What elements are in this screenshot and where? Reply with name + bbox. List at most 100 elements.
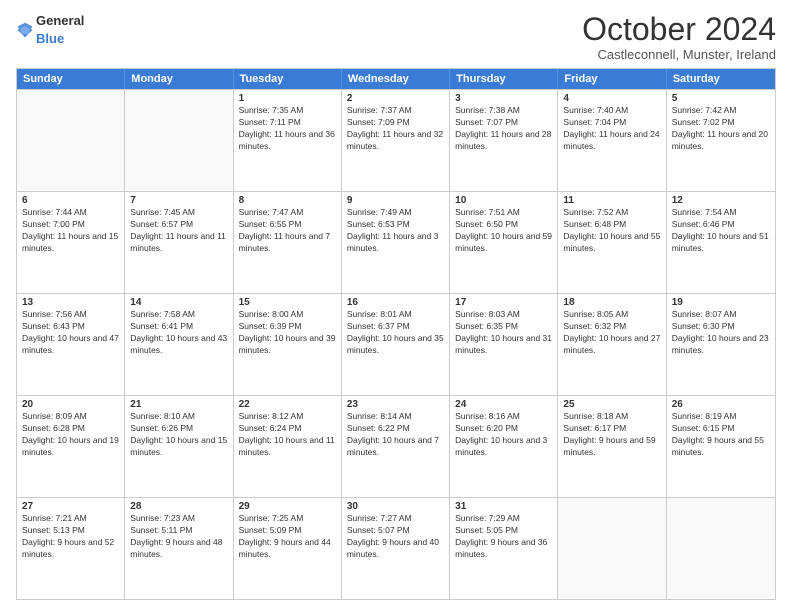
day-cell-6: 6Sunrise: 7:44 AMSunset: 7:00 PMDaylight… xyxy=(17,192,125,293)
day-number: 5 xyxy=(672,93,770,104)
day-info: Sunrise: 7:54 AMSunset: 6:46 PMDaylight:… xyxy=(672,207,770,255)
day-info: Sunrise: 8:14 AMSunset: 6:22 PMDaylight:… xyxy=(347,411,444,459)
day-cell-26: 26Sunrise: 8:19 AMSunset: 6:15 PMDayligh… xyxy=(667,396,775,497)
calendar: Sunday Monday Tuesday Wednesday Thursday… xyxy=(16,68,776,600)
day-info: Sunrise: 8:00 AMSunset: 6:39 PMDaylight:… xyxy=(239,309,336,357)
day-number: 12 xyxy=(672,195,770,206)
day-info: Sunrise: 7:27 AMSunset: 5:07 PMDaylight:… xyxy=(347,513,444,561)
day-number: 10 xyxy=(455,195,552,206)
day-number: 14 xyxy=(130,297,227,308)
empty-cell xyxy=(558,498,666,599)
day-info: Sunrise: 7:51 AMSunset: 6:50 PMDaylight:… xyxy=(455,207,552,255)
day-cell-3: 3Sunrise: 7:38 AMSunset: 7:07 PMDaylight… xyxy=(450,90,558,191)
day-number: 26 xyxy=(672,399,770,410)
week-row-4: 20Sunrise: 8:09 AMSunset: 6:28 PMDayligh… xyxy=(17,395,775,497)
day-cell-28: 28Sunrise: 7:23 AMSunset: 5:11 PMDayligh… xyxy=(125,498,233,599)
day-number: 28 xyxy=(130,501,227,512)
day-cell-9: 9Sunrise: 7:49 AMSunset: 6:53 PMDaylight… xyxy=(342,192,450,293)
day-number: 9 xyxy=(347,195,444,206)
day-cell-21: 21Sunrise: 8:10 AMSunset: 6:26 PMDayligh… xyxy=(125,396,233,497)
day-cell-12: 12Sunrise: 7:54 AMSunset: 6:46 PMDayligh… xyxy=(667,192,775,293)
day-number: 8 xyxy=(239,195,336,206)
header-wednesday: Wednesday xyxy=(342,69,450,89)
day-info: Sunrise: 7:56 AMSunset: 6:43 PMDaylight:… xyxy=(22,309,119,357)
day-info: Sunrise: 8:12 AMSunset: 6:24 PMDaylight:… xyxy=(239,411,336,459)
header: General Blue October 2024 Castleconnell,… xyxy=(16,12,776,62)
logo: General Blue xyxy=(16,12,84,48)
location: Castleconnell, Munster, Ireland xyxy=(582,47,776,62)
day-info: Sunrise: 7:52 AMSunset: 6:48 PMDaylight:… xyxy=(563,207,660,255)
day-info: Sunrise: 8:03 AMSunset: 6:35 PMDaylight:… xyxy=(455,309,552,357)
day-cell-17: 17Sunrise: 8:03 AMSunset: 6:35 PMDayligh… xyxy=(450,294,558,395)
calendar-header: Sunday Monday Tuesday Wednesday Thursday… xyxy=(17,69,775,89)
week-row-3: 13Sunrise: 7:56 AMSunset: 6:43 PMDayligh… xyxy=(17,293,775,395)
day-number: 22 xyxy=(239,399,336,410)
day-cell-16: 16Sunrise: 8:01 AMSunset: 6:37 PMDayligh… xyxy=(342,294,450,395)
day-number: 20 xyxy=(22,399,119,410)
day-info: Sunrise: 7:35 AMSunset: 7:11 PMDaylight:… xyxy=(239,105,336,153)
day-cell-27: 27Sunrise: 7:21 AMSunset: 5:13 PMDayligh… xyxy=(17,498,125,599)
header-sunday: Sunday xyxy=(17,69,125,89)
day-info: Sunrise: 7:44 AMSunset: 7:00 PMDaylight:… xyxy=(22,207,119,255)
week-row-5: 27Sunrise: 7:21 AMSunset: 5:13 PMDayligh… xyxy=(17,497,775,599)
day-info: Sunrise: 8:10 AMSunset: 6:26 PMDaylight:… xyxy=(130,411,227,459)
day-number: 29 xyxy=(239,501,336,512)
header-saturday: Saturday xyxy=(667,69,775,89)
header-thursday: Thursday xyxy=(450,69,558,89)
day-cell-22: 22Sunrise: 8:12 AMSunset: 6:24 PMDayligh… xyxy=(234,396,342,497)
day-number: 11 xyxy=(563,195,660,206)
day-cell-2: 2Sunrise: 7:37 AMSunset: 7:09 PMDaylight… xyxy=(342,90,450,191)
day-info: Sunrise: 7:40 AMSunset: 7:04 PMDaylight:… xyxy=(563,105,660,153)
day-number: 23 xyxy=(347,399,444,410)
day-cell-25: 25Sunrise: 8:18 AMSunset: 6:17 PMDayligh… xyxy=(558,396,666,497)
page: General Blue October 2024 Castleconnell,… xyxy=(0,0,792,612)
logo-icon xyxy=(16,21,34,39)
day-cell-13: 13Sunrise: 7:56 AMSunset: 6:43 PMDayligh… xyxy=(17,294,125,395)
day-cell-11: 11Sunrise: 7:52 AMSunset: 6:48 PMDayligh… xyxy=(558,192,666,293)
day-info: Sunrise: 8:07 AMSunset: 6:30 PMDaylight:… xyxy=(672,309,770,357)
day-number: 24 xyxy=(455,399,552,410)
day-cell-24: 24Sunrise: 8:16 AMSunset: 6:20 PMDayligh… xyxy=(450,396,558,497)
day-info: Sunrise: 7:21 AMSunset: 5:13 PMDaylight:… xyxy=(22,513,119,561)
day-number: 19 xyxy=(672,297,770,308)
day-number: 21 xyxy=(130,399,227,410)
day-cell-1: 1Sunrise: 7:35 AMSunset: 7:11 PMDaylight… xyxy=(234,90,342,191)
day-cell-14: 14Sunrise: 7:58 AMSunset: 6:41 PMDayligh… xyxy=(125,294,233,395)
day-info: Sunrise: 7:37 AMSunset: 7:09 PMDaylight:… xyxy=(347,105,444,153)
day-info: Sunrise: 7:23 AMSunset: 5:11 PMDaylight:… xyxy=(130,513,227,561)
day-number: 31 xyxy=(455,501,552,512)
day-info: Sunrise: 8:09 AMSunset: 6:28 PMDaylight:… xyxy=(22,411,119,459)
empty-cell xyxy=(125,90,233,191)
day-info: Sunrise: 7:38 AMSunset: 7:07 PMDaylight:… xyxy=(455,105,552,153)
day-cell-23: 23Sunrise: 8:14 AMSunset: 6:22 PMDayligh… xyxy=(342,396,450,497)
day-info: Sunrise: 8:19 AMSunset: 6:15 PMDaylight:… xyxy=(672,411,770,459)
day-cell-19: 19Sunrise: 8:07 AMSunset: 6:30 PMDayligh… xyxy=(667,294,775,395)
day-cell-15: 15Sunrise: 8:00 AMSunset: 6:39 PMDayligh… xyxy=(234,294,342,395)
day-number: 16 xyxy=(347,297,444,308)
day-number: 2 xyxy=(347,93,444,104)
day-info: Sunrise: 8:01 AMSunset: 6:37 PMDaylight:… xyxy=(347,309,444,357)
day-number: 4 xyxy=(563,93,660,104)
day-cell-5: 5Sunrise: 7:42 AMSunset: 7:02 PMDaylight… xyxy=(667,90,775,191)
week-row-2: 6Sunrise: 7:44 AMSunset: 7:00 PMDaylight… xyxy=(17,191,775,293)
day-cell-7: 7Sunrise: 7:45 AMSunset: 6:57 PMDaylight… xyxy=(125,192,233,293)
day-info: Sunrise: 7:25 AMSunset: 5:09 PMDaylight:… xyxy=(239,513,336,561)
month-title: October 2024 xyxy=(582,12,776,47)
day-number: 25 xyxy=(563,399,660,410)
day-info: Sunrise: 7:45 AMSunset: 6:57 PMDaylight:… xyxy=(130,207,227,255)
day-info: Sunrise: 7:49 AMSunset: 6:53 PMDaylight:… xyxy=(347,207,444,255)
day-number: 30 xyxy=(347,501,444,512)
day-cell-4: 4Sunrise: 7:40 AMSunset: 7:04 PMDaylight… xyxy=(558,90,666,191)
day-number: 15 xyxy=(239,297,336,308)
day-cell-20: 20Sunrise: 8:09 AMSunset: 6:28 PMDayligh… xyxy=(17,396,125,497)
day-number: 1 xyxy=(239,93,336,104)
title-area: October 2024 Castleconnell, Munster, Ire… xyxy=(582,12,776,62)
day-number: 17 xyxy=(455,297,552,308)
header-friday: Friday xyxy=(558,69,666,89)
day-info: Sunrise: 7:42 AMSunset: 7:02 PMDaylight:… xyxy=(672,105,770,153)
day-number: 18 xyxy=(563,297,660,308)
day-number: 27 xyxy=(22,501,119,512)
logo-general: General Blue xyxy=(36,12,84,48)
day-number: 6 xyxy=(22,195,119,206)
day-info: Sunrise: 8:05 AMSunset: 6:32 PMDaylight:… xyxy=(563,309,660,357)
